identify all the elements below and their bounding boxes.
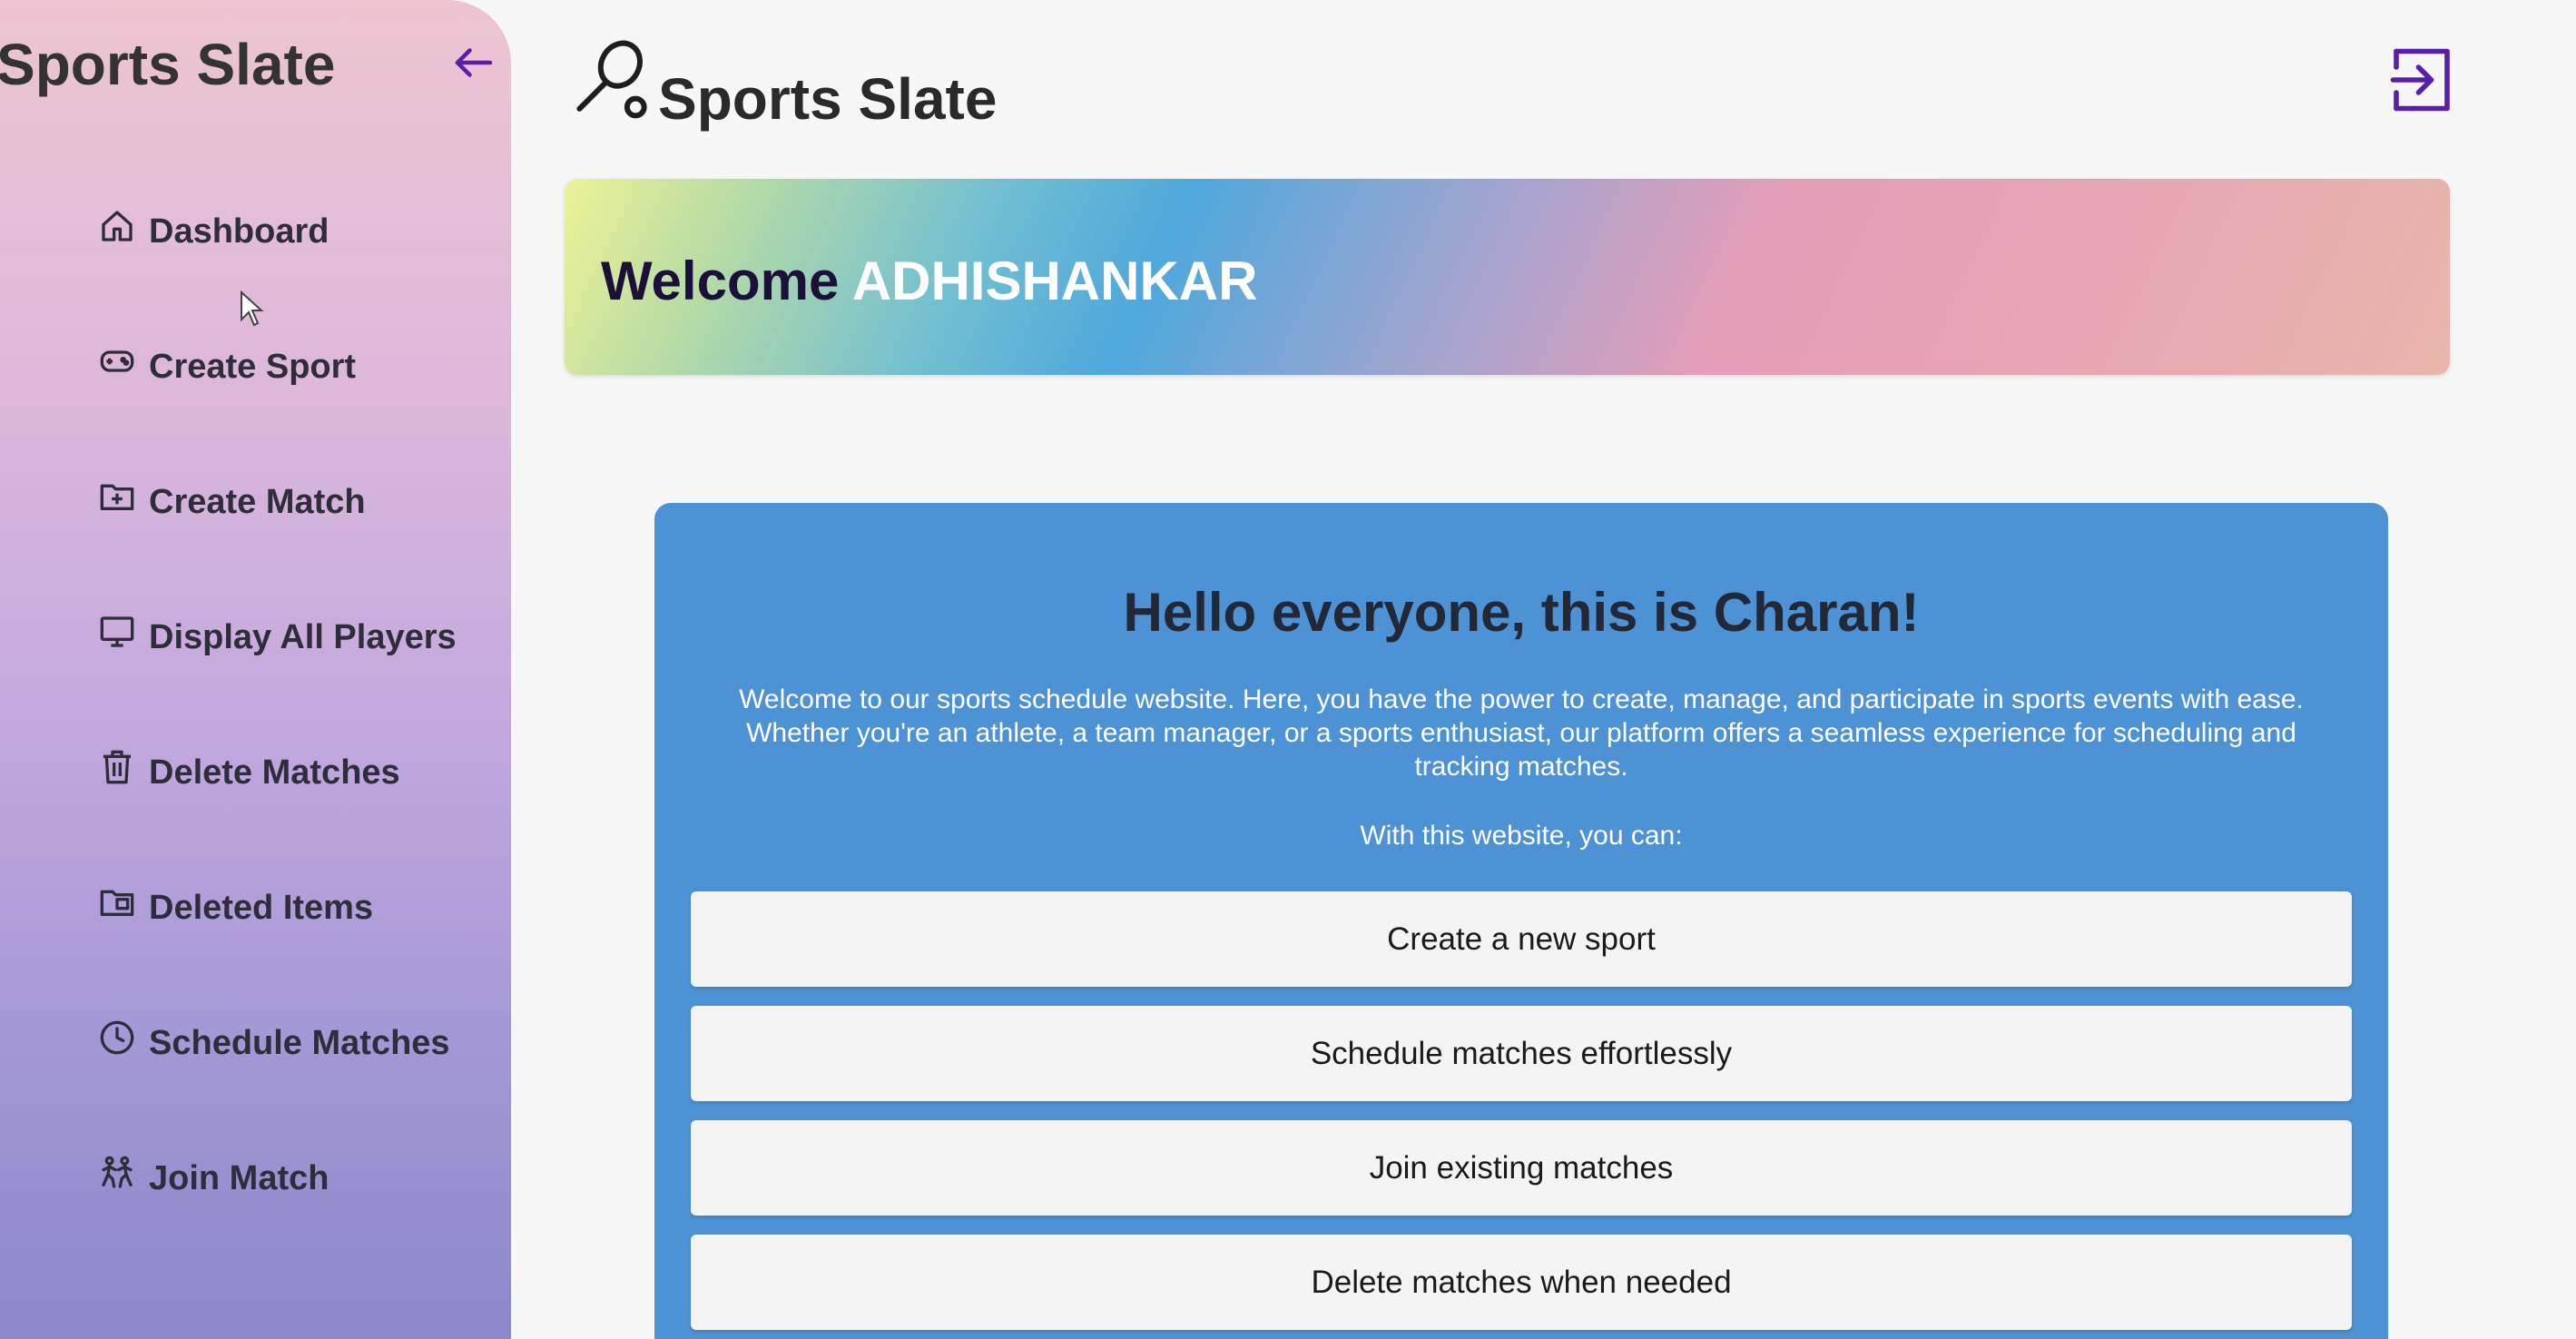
welcome-prefix: Welcome xyxy=(601,251,840,311)
feature-join-matches[interactable]: Join existing matches xyxy=(691,1120,2352,1216)
sidebar-item-label: Delete Matches xyxy=(149,753,400,792)
sidebar-item-create-sport[interactable]: Create Sport xyxy=(98,334,356,389)
sidebar-item-label: Create Sport xyxy=(149,347,357,386)
sidebar-item-schedule-matches[interactable]: Schedule Matches xyxy=(98,1010,450,1065)
main-content: Sports Slate Welcome ADHISHANKAR Hello e… xyxy=(511,0,2576,1339)
card-description: Welcome to our sports schedule website. … xyxy=(739,684,2304,782)
folder-plus-icon xyxy=(98,478,136,516)
sidebar-item-dashboard[interactable]: Dashboard xyxy=(98,199,329,253)
info-card: Hello everyone, this is Charan! Welcome … xyxy=(654,503,2388,1339)
brand: Sports Slate xyxy=(571,34,997,132)
brand-name: Sports Slate xyxy=(658,66,998,132)
players-icon xyxy=(98,1154,136,1192)
feature-schedule-matches[interactable]: Schedule matches effortlessly xyxy=(691,1006,2352,1101)
sidebar-item-label: Schedule Matches xyxy=(149,1023,450,1062)
sidebar-item-label: Dashboard xyxy=(149,212,329,251)
sidebar-nav: Dashboard Create Sport Create Match Disp… xyxy=(0,0,511,1339)
trash-icon xyxy=(98,748,136,786)
sidebar-item-deleted-items[interactable]: Deleted Items xyxy=(98,875,373,930)
welcome-heading: Welcome ADHISHANKAR xyxy=(601,250,1257,312)
feature-delete-matches[interactable]: Delete matches when needed xyxy=(691,1235,2352,1330)
card-heading: Hello everyone, this is Charan! xyxy=(1123,582,1920,643)
logout-icon[interactable] xyxy=(2384,42,2460,118)
sidebar-item-display-all-players[interactable]: Display All Players xyxy=(98,605,457,659)
sidebar-item-label: Deleted Items xyxy=(149,888,374,927)
mouse-pointer-icon xyxy=(240,290,267,327)
app-window: Sports Slate Dashboard Create Sport Crea… xyxy=(0,0,2576,1339)
sidebar-item-label: Create Match xyxy=(149,482,366,521)
sidebar-item-label: Display All Players xyxy=(149,617,457,656)
sidebar-item-create-match[interactable]: Create Match xyxy=(98,469,366,524)
sidebar-item-label: Join Match xyxy=(149,1158,329,1197)
racket-icon xyxy=(571,34,653,125)
sidebar-item-join-match[interactable]: Join Match xyxy=(98,1146,329,1200)
card-subheading: With this website, you can: xyxy=(1360,821,1683,851)
gamepad-icon xyxy=(98,342,136,380)
home-icon xyxy=(98,207,136,245)
folder-image-icon xyxy=(98,883,136,921)
sidebar: Sports Slate Dashboard Create Sport Crea… xyxy=(0,0,511,1339)
sidebar-item-delete-matches[interactable]: Delete Matches xyxy=(98,740,400,794)
clock-icon xyxy=(98,1019,136,1057)
monitor-icon xyxy=(98,613,136,651)
welcome-banner: Welcome ADHISHANKAR xyxy=(565,179,2450,375)
welcome-username: ADHISHANKAR xyxy=(851,251,1258,311)
feature-create-sport[interactable]: Create a new sport xyxy=(691,891,2352,987)
